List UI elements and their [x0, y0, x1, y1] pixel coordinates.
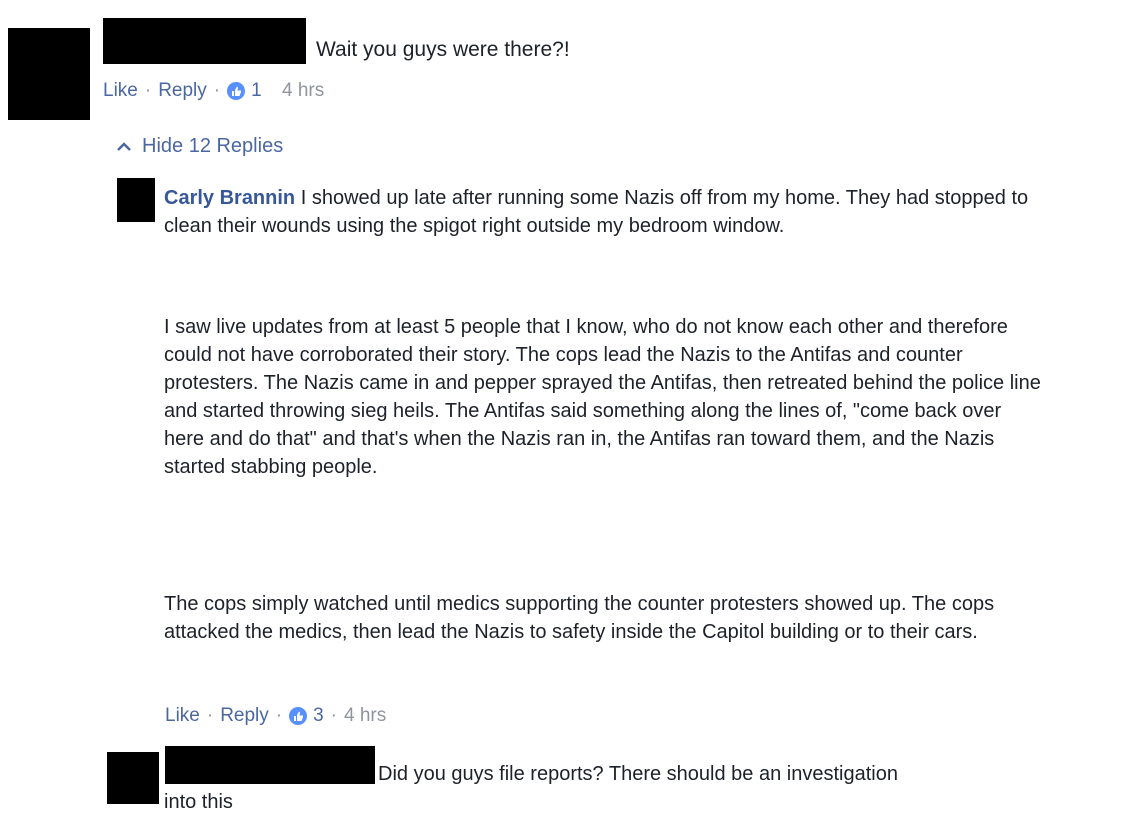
reply-link[interactable]: Reply	[158, 80, 207, 102]
avatar[interactable]	[117, 178, 155, 222]
separator-dot: ·	[213, 80, 221, 101]
hide-replies-label: Hide 12 Replies	[142, 135, 284, 157]
author-name-link[interactable]: Carly Brannin	[164, 187, 295, 209]
avatar[interactable]	[107, 752, 159, 804]
comment-actions: Like · Reply · 1 · 4 hrs	[103, 80, 324, 102]
chevron-up-icon	[116, 135, 132, 158]
reaction-count[interactable]: 1	[251, 80, 262, 102]
like-link[interactable]: Like	[165, 705, 200, 727]
separator-dot: ·	[144, 80, 152, 101]
separator-dot: ·	[206, 705, 214, 726]
reply-actions: Like · Reply · 3 · 4 hrs	[165, 705, 386, 727]
timestamp[interactable]: 4 hrs	[344, 705, 386, 727]
timestamp[interactable]: 4 hrs	[282, 80, 324, 102]
like-reaction-icon[interactable]	[227, 82, 246, 100]
avatar[interactable]	[8, 28, 90, 120]
like-link[interactable]: Like	[103, 80, 138, 102]
separator-dot: ·	[275, 705, 283, 726]
reply-text: Did you guys file reports? There should …	[164, 763, 898, 813]
like-reaction-icon[interactable]	[289, 707, 308, 725]
reply-link[interactable]: Reply	[220, 705, 269, 727]
redacted-author-name	[103, 18, 306, 64]
separator-dot: ·	[330, 705, 337, 726]
hide-replies-toggle[interactable]: Hide 12 Replies	[116, 135, 283, 158]
reply-paragraph-1: Carly Brannin I showed up late after run…	[164, 184, 1044, 240]
reply-paragraph-2: I saw live updates from at least 5 peopl…	[164, 316, 1041, 478]
reaction-count[interactable]: 3	[313, 705, 324, 727]
reply-paragraph-3: The cops simply watched until medics sup…	[164, 593, 995, 643]
comment-text: Wait you guys were there?!	[316, 38, 570, 61]
